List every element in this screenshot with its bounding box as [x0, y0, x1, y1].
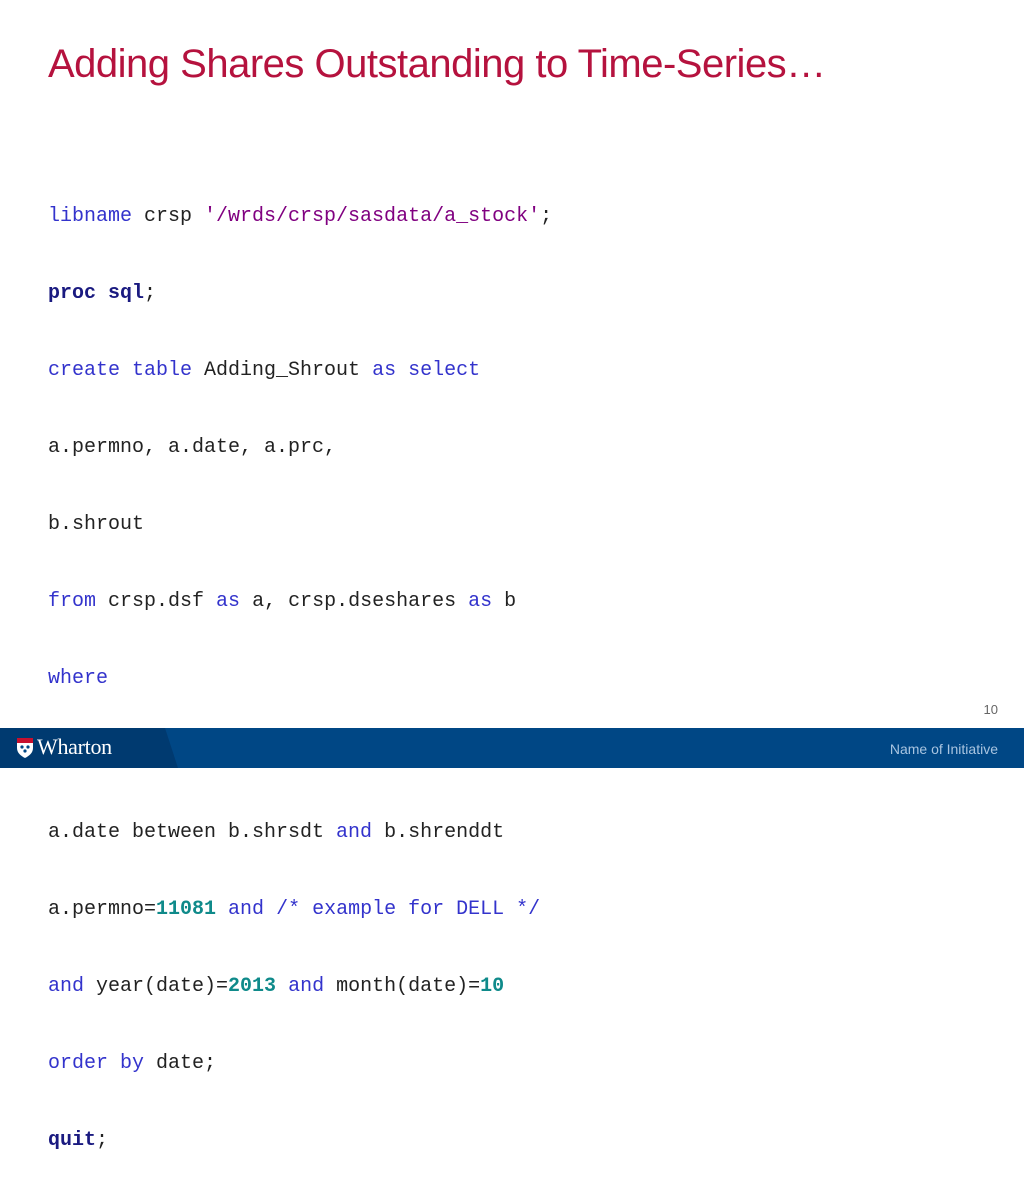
- keyword: proc sql: [48, 282, 145, 305]
- code-text: a.date between b.shrsdt: [48, 821, 337, 844]
- code-text: crsp.dsf: [96, 590, 217, 613]
- wharton-logo: Wharton: [37, 734, 112, 759]
- code-line: a.permno=11081 and /* example for DELL *…: [48, 894, 540, 925]
- code-text: month(date)=: [324, 975, 481, 998]
- code-line: and year(date)=2013 and month(date)=10: [48, 971, 540, 1002]
- keyword: as: [216, 590, 241, 613]
- initiative-name: Name of Initiative: [889, 741, 998, 757]
- code-line: where: [48, 667, 109, 690]
- number-literal: 11081: [156, 898, 217, 921]
- keyword: and: [336, 821, 373, 844]
- keyword: order by: [48, 1052, 145, 1075]
- code-text: a, crsp.dseshares: [240, 590, 469, 613]
- keyword: quit: [48, 1129, 97, 1152]
- code-line: create table Adding_Shrout as select: [48, 355, 540, 386]
- code-text: crsp: [132, 205, 205, 228]
- keyword: as: [468, 590, 493, 613]
- code-line: b.shrout: [48, 513, 145, 536]
- code-line: proc sql;: [48, 278, 540, 309]
- code-text: year(date)=: [84, 975, 229, 998]
- keyword: and: [48, 975, 85, 998]
- number-literal: 2013: [228, 975, 277, 998]
- keyword: from: [48, 590, 97, 613]
- comment: /* example for DELL */: [264, 898, 541, 921]
- penn-shield-icon: [17, 738, 33, 758]
- code-line: order by date;: [48, 1048, 540, 1079]
- code-text: b.shrenddt: [372, 821, 505, 844]
- sql-code-block: proc sql; create table Adding_Shrout as …: [48, 232, 540, 1179]
- code-text: ;: [540, 205, 553, 228]
- keyword: as select: [372, 359, 481, 382]
- keyword: libname: [48, 205, 133, 228]
- string-literal: '/wrds/crsp/sasdata/a_stock': [204, 205, 541, 228]
- code-line: from crsp.dsf as a, crsp.dseshares as b: [48, 586, 540, 617]
- footer-bar: Wharton Name of Initiative: [0, 728, 1024, 768]
- code-text: ;: [96, 1129, 109, 1152]
- number-literal: 10: [480, 975, 505, 998]
- code-line: a.date between b.shrsdt and b.shrenddt: [48, 817, 540, 848]
- code-text: b: [492, 590, 517, 613]
- keyword: and: [276, 975, 325, 998]
- keyword: create table: [48, 359, 193, 382]
- code-text: Adding_Shrout: [192, 359, 373, 382]
- code-line: a.permno, a.date, a.prc,: [48, 436, 337, 459]
- code-text: ;: [144, 282, 157, 305]
- slide-title: Adding Shares Outstanding to Time-Series…: [48, 42, 826, 86]
- code-text: date;: [144, 1052, 217, 1075]
- page-number: 10: [983, 702, 998, 717]
- code-text: a.permno=: [48, 898, 157, 921]
- keyword: and: [216, 898, 265, 921]
- code-line: quit;: [48, 1125, 540, 1156]
